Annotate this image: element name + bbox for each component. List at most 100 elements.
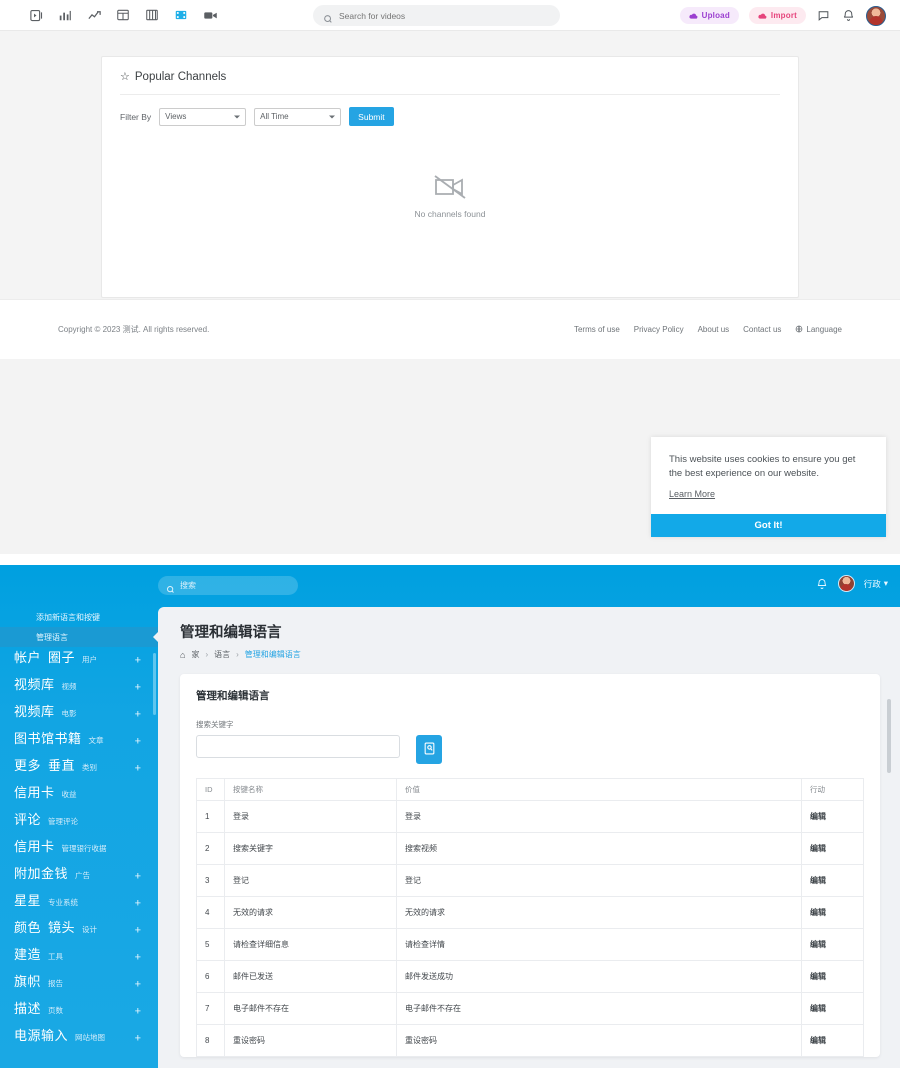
bell-icon[interactable] <box>816 577 829 590</box>
plus-icon[interactable]: + <box>135 871 141 882</box>
sidebar-item-articles[interactable]: 图书馆书籍 文章 + <box>0 728 158 755</box>
language-selector[interactable]: Language <box>795 325 842 335</box>
sidebar-scrollbar[interactable] <box>153 653 156 715</box>
cookie-accept-button[interactable]: Got It! <box>651 514 886 537</box>
search-icon <box>166 581 175 590</box>
layout-panel-icon[interactable] <box>115 7 131 23</box>
submit-button[interactable]: Submit <box>349 107 393 126</box>
cell-id: 2 <box>197 833 225 865</box>
avatar[interactable] <box>838 575 855 592</box>
time-select[interactable]: All Time <box>254 108 341 126</box>
admin-search-box[interactable] <box>158 576 298 595</box>
search-keyword-input[interactable] <box>196 735 400 758</box>
sidebar-item-movies[interactable]: 视频库 电影 + <box>0 701 158 728</box>
user-menu[interactable]: 行政 ▾ <box>864 578 888 590</box>
footer-link-contact[interactable]: Contact us <box>743 325 781 334</box>
table-head: ID 按键名称 价值 行动 <box>197 779 864 801</box>
sidebar-item-earnings[interactable]: 信用卡 收益 <box>0 782 158 809</box>
chat-bubble-icon[interactable] <box>816 8 831 23</box>
footer-link-about[interactable]: About us <box>698 325 730 334</box>
sidebar-item-pages[interactable]: 描述 页数 + <box>0 998 158 1025</box>
edit-link[interactable]: 编辑 <box>802 801 864 833</box>
edit-link[interactable]: 编辑 <box>802 897 864 929</box>
sidebar-item-sitemap[interactable]: 电源输入 网站地图 + <box>0 1025 158 1052</box>
cell-id: 1 <box>197 801 225 833</box>
globe-icon <box>795 325 803 335</box>
breadcrumb-item-home[interactable]: 家 <box>191 649 199 660</box>
cell-value: 无效的请求 <box>397 897 802 929</box>
breadcrumb-item-language[interactable]: 语言 <box>214 649 230 660</box>
sidebar-item-design[interactable]: 颜色 镜头 设计 + <box>0 917 158 944</box>
sidebar-subitem-add-language[interactable]: 添加新语言和按键 <box>0 607 158 627</box>
bell-icon[interactable] <box>841 8 856 23</box>
plus-icon[interactable]: + <box>135 1006 141 1017</box>
sidebar-item-pro-system[interactable]: 星星 专业系统 + <box>0 890 158 917</box>
chevron-down-icon <box>234 115 240 118</box>
trending-line-icon[interactable] <box>86 7 102 23</box>
sidebar-item-sublabel: 类别 <box>82 762 97 773</box>
cell-value: 电子邮件不存在 <box>397 993 802 1025</box>
plus-icon[interactable]: + <box>135 925 141 936</box>
home-icon[interactable]: ⌂ <box>180 650 185 660</box>
video-search-box[interactable] <box>313 5 560 26</box>
footer-link-terms[interactable]: Terms of use <box>574 325 620 334</box>
avatar[interactable] <box>866 6 886 26</box>
edit-link[interactable]: 编辑 <box>802 865 864 897</box>
card-header: ☆ Popular Channels <box>102 57 798 83</box>
nav-icon-group <box>28 7 218 23</box>
admin-search-input[interactable] <box>180 581 290 590</box>
search-submit-button[interactable] <box>416 735 442 764</box>
main-content: ☆ Popular Channels Filter By Views All T… <box>0 31 900 298</box>
main-scrollbar[interactable] <box>887 699 891 773</box>
grid-columns-icon[interactable] <box>144 7 160 23</box>
edit-link[interactable]: 编辑 <box>802 993 864 1025</box>
plus-icon[interactable]: + <box>135 1033 141 1044</box>
sidebar-item-label: 电源输入 <box>14 1025 68 1044</box>
edit-link[interactable]: 编辑 <box>802 961 864 993</box>
video-camera-icon[interactable] <box>202 7 218 23</box>
learn-more-link[interactable]: Learn More <box>669 489 715 499</box>
sidebar-item-videos[interactable]: 视频库 视频 + <box>0 674 158 701</box>
sidebar-item-bank-receipts[interactable]: 信用卡 管理银行收据 <box>0 836 158 863</box>
sidebar-item-ads[interactable]: 附加金钱 广告 + <box>0 863 158 890</box>
plus-icon[interactable]: + <box>135 952 141 963</box>
upload-button[interactable]: Upload <box>680 7 739 24</box>
sidebar-item-tools[interactable]: 建造 工具 + <box>0 944 158 971</box>
sidebar-item-sublabel: 广告 <box>75 870 90 881</box>
sidebar-item-reports[interactable]: 旗帜 报告 + <box>0 971 158 998</box>
search-input[interactable] <box>339 11 550 21</box>
edit-link[interactable]: 编辑 <box>802 929 864 961</box>
footer-link-privacy[interactable]: Privacy Policy <box>634 325 684 334</box>
cell-value: 邮件发送成功 <box>397 961 802 993</box>
upload-cloud-icon <box>689 12 698 19</box>
sidebar-item-label: 描述 <box>14 998 41 1017</box>
plus-icon[interactable]: + <box>135 709 141 720</box>
edit-link[interactable]: 编辑 <box>802 1025 864 1057</box>
sidebar-item-label: 旗帜 <box>14 971 41 990</box>
sidebar-item-label: 视频库 <box>14 674 55 693</box>
sidebar-item-categories[interactable]: 更多 垂直 类别 + <box>0 755 158 782</box>
plus-icon[interactable]: + <box>135 682 141 693</box>
plus-icon[interactable]: + <box>135 736 141 747</box>
plus-icon[interactable]: + <box>135 979 141 990</box>
table-row: 2 搜索关键字 搜索视频 编辑 <box>197 833 864 865</box>
plus-icon[interactable]: + <box>135 898 141 909</box>
plus-icon[interactable]: + <box>135 763 141 774</box>
sidebar-item-label: 评论 <box>14 809 41 828</box>
edit-link[interactable]: 编辑 <box>802 833 864 865</box>
film-strip-icon[interactable] <box>173 7 189 23</box>
language-panel: 管理和编辑语言 搜索关键字 ID 按键名称 价值 <box>180 674 880 1057</box>
video-off-icon <box>433 174 467 200</box>
plus-icon[interactable]: + <box>135 655 141 666</box>
video-library-icon[interactable] <box>28 7 44 23</box>
sidebar-subitem-manage-language[interactable]: 管理语言 <box>0 627 158 647</box>
cell-key: 登录 <box>225 801 397 833</box>
sidebar-item-comments[interactable]: 评论 管理评论 <box>0 809 158 836</box>
sidebar-item-label: 图书馆书籍 <box>14 728 82 747</box>
sidebar-item-users[interactable]: 帐户 圈子 用户 + <box>0 647 158 674</box>
page-title: 管理和编辑语言 <box>180 621 880 642</box>
import-button[interactable]: Import <box>749 7 806 24</box>
table-header-key: 按键名称 <box>225 779 397 801</box>
sort-select[interactable]: Views <box>159 108 246 126</box>
bar-chart-icon[interactable] <box>57 7 73 23</box>
